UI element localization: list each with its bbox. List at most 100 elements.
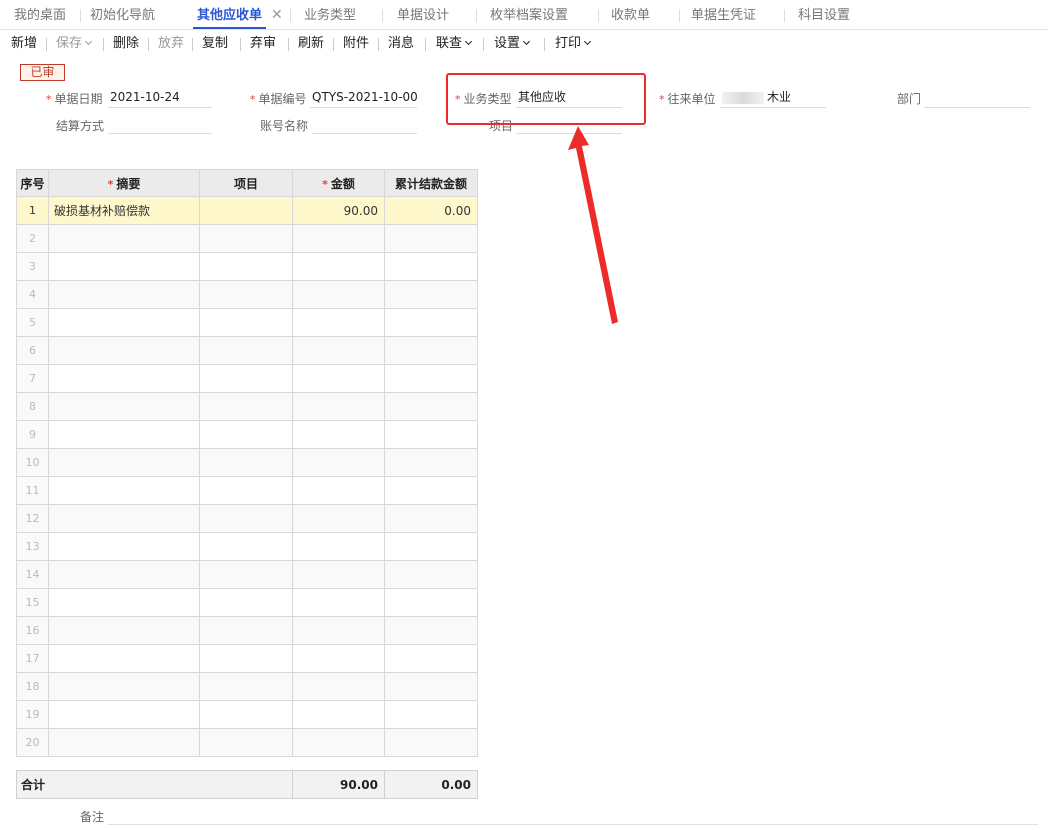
settled-amount-cell[interactable] bbox=[384, 672, 478, 701]
settled-amount-cell[interactable] bbox=[384, 504, 478, 533]
doc-date-field[interactable]: 2021-10-24 bbox=[108, 88, 212, 108]
summary-cell[interactable] bbox=[48, 420, 200, 449]
tab-enum-archive[interactable]: 枚举档案设置 bbox=[490, 0, 568, 30]
amount-cell[interactable] bbox=[292, 308, 385, 337]
table-row[interactable]: 4 bbox=[16, 280, 478, 309]
amount-cell[interactable] bbox=[292, 728, 385, 757]
summary-cell[interactable] bbox=[48, 504, 200, 533]
summary-cell[interactable] bbox=[48, 224, 200, 253]
table-row[interactable]: 15 bbox=[16, 588, 478, 617]
table-row[interactable]: 10 bbox=[16, 448, 478, 477]
amount-cell[interactable] bbox=[292, 364, 385, 393]
new-button[interactable]: 新增 bbox=[11, 30, 37, 58]
summary-cell[interactable]: 破损基材补赔偿款 bbox=[48, 196, 200, 225]
save-button[interactable]: 保存 bbox=[56, 30, 93, 58]
table-row[interactable]: 5 bbox=[16, 308, 478, 337]
amount-cell[interactable] bbox=[292, 448, 385, 477]
project-cell[interactable] bbox=[199, 728, 293, 757]
summary-cell[interactable] bbox=[48, 392, 200, 421]
amount-cell[interactable] bbox=[292, 504, 385, 533]
project-cell[interactable] bbox=[199, 700, 293, 729]
settled-amount-cell[interactable] bbox=[384, 616, 478, 645]
table-row[interactable]: 19 bbox=[16, 700, 478, 729]
settled-amount-cell[interactable] bbox=[384, 420, 478, 449]
amount-cell[interactable] bbox=[292, 560, 385, 589]
table-row[interactable]: 7 bbox=[16, 364, 478, 393]
project-cell[interactable] bbox=[199, 252, 293, 281]
project-cell[interactable] bbox=[199, 224, 293, 253]
settled-amount-cell[interactable] bbox=[384, 700, 478, 729]
project-cell[interactable] bbox=[199, 644, 293, 673]
table-row[interactable]: 2 bbox=[16, 224, 478, 253]
unaudit-button[interactable]: 弃审 bbox=[250, 30, 276, 58]
amount-cell[interactable] bbox=[292, 700, 385, 729]
summary-cell[interactable] bbox=[48, 672, 200, 701]
project-cell[interactable] bbox=[199, 616, 293, 645]
table-row[interactable]: 13 bbox=[16, 532, 478, 561]
amount-cell[interactable] bbox=[292, 252, 385, 281]
settings-button[interactable]: 设置 bbox=[494, 30, 531, 58]
settlement-method-field[interactable] bbox=[108, 114, 212, 134]
table-row[interactable]: 17 bbox=[16, 644, 478, 673]
table-row[interactable]: 18 bbox=[16, 672, 478, 701]
settled-amount-cell[interactable] bbox=[384, 560, 478, 589]
settled-amount-cell[interactable] bbox=[384, 448, 478, 477]
project-cell[interactable] bbox=[199, 588, 293, 617]
tab-doc-voucher[interactable]: 单据生凭证 bbox=[691, 0, 756, 30]
table-row[interactable]: 12 bbox=[16, 504, 478, 533]
amount-cell[interactable] bbox=[292, 224, 385, 253]
doc-number-field[interactable]: QTYS-2021-10-00... bbox=[310, 88, 417, 108]
col-header-settled-amount[interactable]: 累计结款金额 bbox=[384, 169, 478, 197]
summary-cell[interactable] bbox=[48, 336, 200, 365]
tab-business-type[interactable]: 业务类型 bbox=[304, 0, 356, 30]
amount-cell[interactable] bbox=[292, 280, 385, 309]
settled-amount-cell[interactable] bbox=[384, 308, 478, 337]
table-row[interactable]: 6 bbox=[16, 336, 478, 365]
project-cell[interactable] bbox=[199, 420, 293, 449]
print-button[interactable]: 打印 bbox=[555, 30, 592, 58]
partner-field[interactable]: 木业 bbox=[720, 88, 826, 108]
amount-cell[interactable] bbox=[292, 476, 385, 505]
project-cell[interactable] bbox=[199, 280, 293, 309]
account-name-field[interactable] bbox=[312, 114, 417, 134]
settled-amount-cell[interactable] bbox=[384, 728, 478, 757]
department-field[interactable] bbox=[924, 88, 1030, 108]
settled-amount-cell[interactable] bbox=[384, 364, 478, 393]
col-header-summary[interactable]: * 摘要 bbox=[48, 169, 200, 197]
settled-amount-cell[interactable] bbox=[384, 224, 478, 253]
tab-init-nav[interactable]: 初始化导航 bbox=[90, 0, 155, 30]
settled-amount-cell[interactable]: 0.00 bbox=[384, 196, 478, 225]
tab-receipt[interactable]: 收款单 bbox=[611, 0, 650, 30]
amount-cell[interactable]: 90.00 bbox=[292, 196, 385, 225]
attachment-button[interactable]: 附件 bbox=[343, 30, 369, 58]
copy-button[interactable]: 复制 bbox=[202, 30, 228, 58]
amount-cell[interactable] bbox=[292, 644, 385, 673]
remark-field[interactable] bbox=[108, 824, 1038, 825]
project-cell[interactable] bbox=[199, 196, 293, 225]
message-button[interactable]: 消息 bbox=[388, 30, 414, 58]
amount-cell[interactable] bbox=[292, 336, 385, 365]
link-query-button[interactable]: 联查 bbox=[436, 30, 473, 58]
project-cell[interactable] bbox=[199, 672, 293, 701]
settled-amount-cell[interactable] bbox=[384, 392, 478, 421]
amount-cell[interactable] bbox=[292, 616, 385, 645]
amount-cell[interactable] bbox=[292, 588, 385, 617]
summary-cell[interactable] bbox=[48, 700, 200, 729]
settled-amount-cell[interactable] bbox=[384, 252, 478, 281]
col-header-amount[interactable]: * 金额 bbox=[292, 169, 385, 197]
close-tab-icon[interactable]: ✕ bbox=[271, 0, 283, 31]
table-row[interactable]: 3 bbox=[16, 252, 478, 281]
settled-amount-cell[interactable] bbox=[384, 532, 478, 561]
table-row[interactable]: 11 bbox=[16, 476, 478, 505]
project-cell[interactable] bbox=[199, 308, 293, 337]
tab-other-receivable[interactable]: 其他应收单 bbox=[192, 0, 267, 30]
summary-cell[interactable] bbox=[48, 616, 200, 645]
amount-cell[interactable] bbox=[292, 420, 385, 449]
amount-cell[interactable] bbox=[292, 532, 385, 561]
table-row[interactable]: 14 bbox=[16, 560, 478, 589]
settled-amount-cell[interactable] bbox=[384, 588, 478, 617]
project-cell[interactable] bbox=[199, 448, 293, 477]
summary-cell[interactable] bbox=[48, 644, 200, 673]
summary-cell[interactable] bbox=[48, 728, 200, 757]
discard-button[interactable]: 放弃 bbox=[158, 30, 184, 58]
